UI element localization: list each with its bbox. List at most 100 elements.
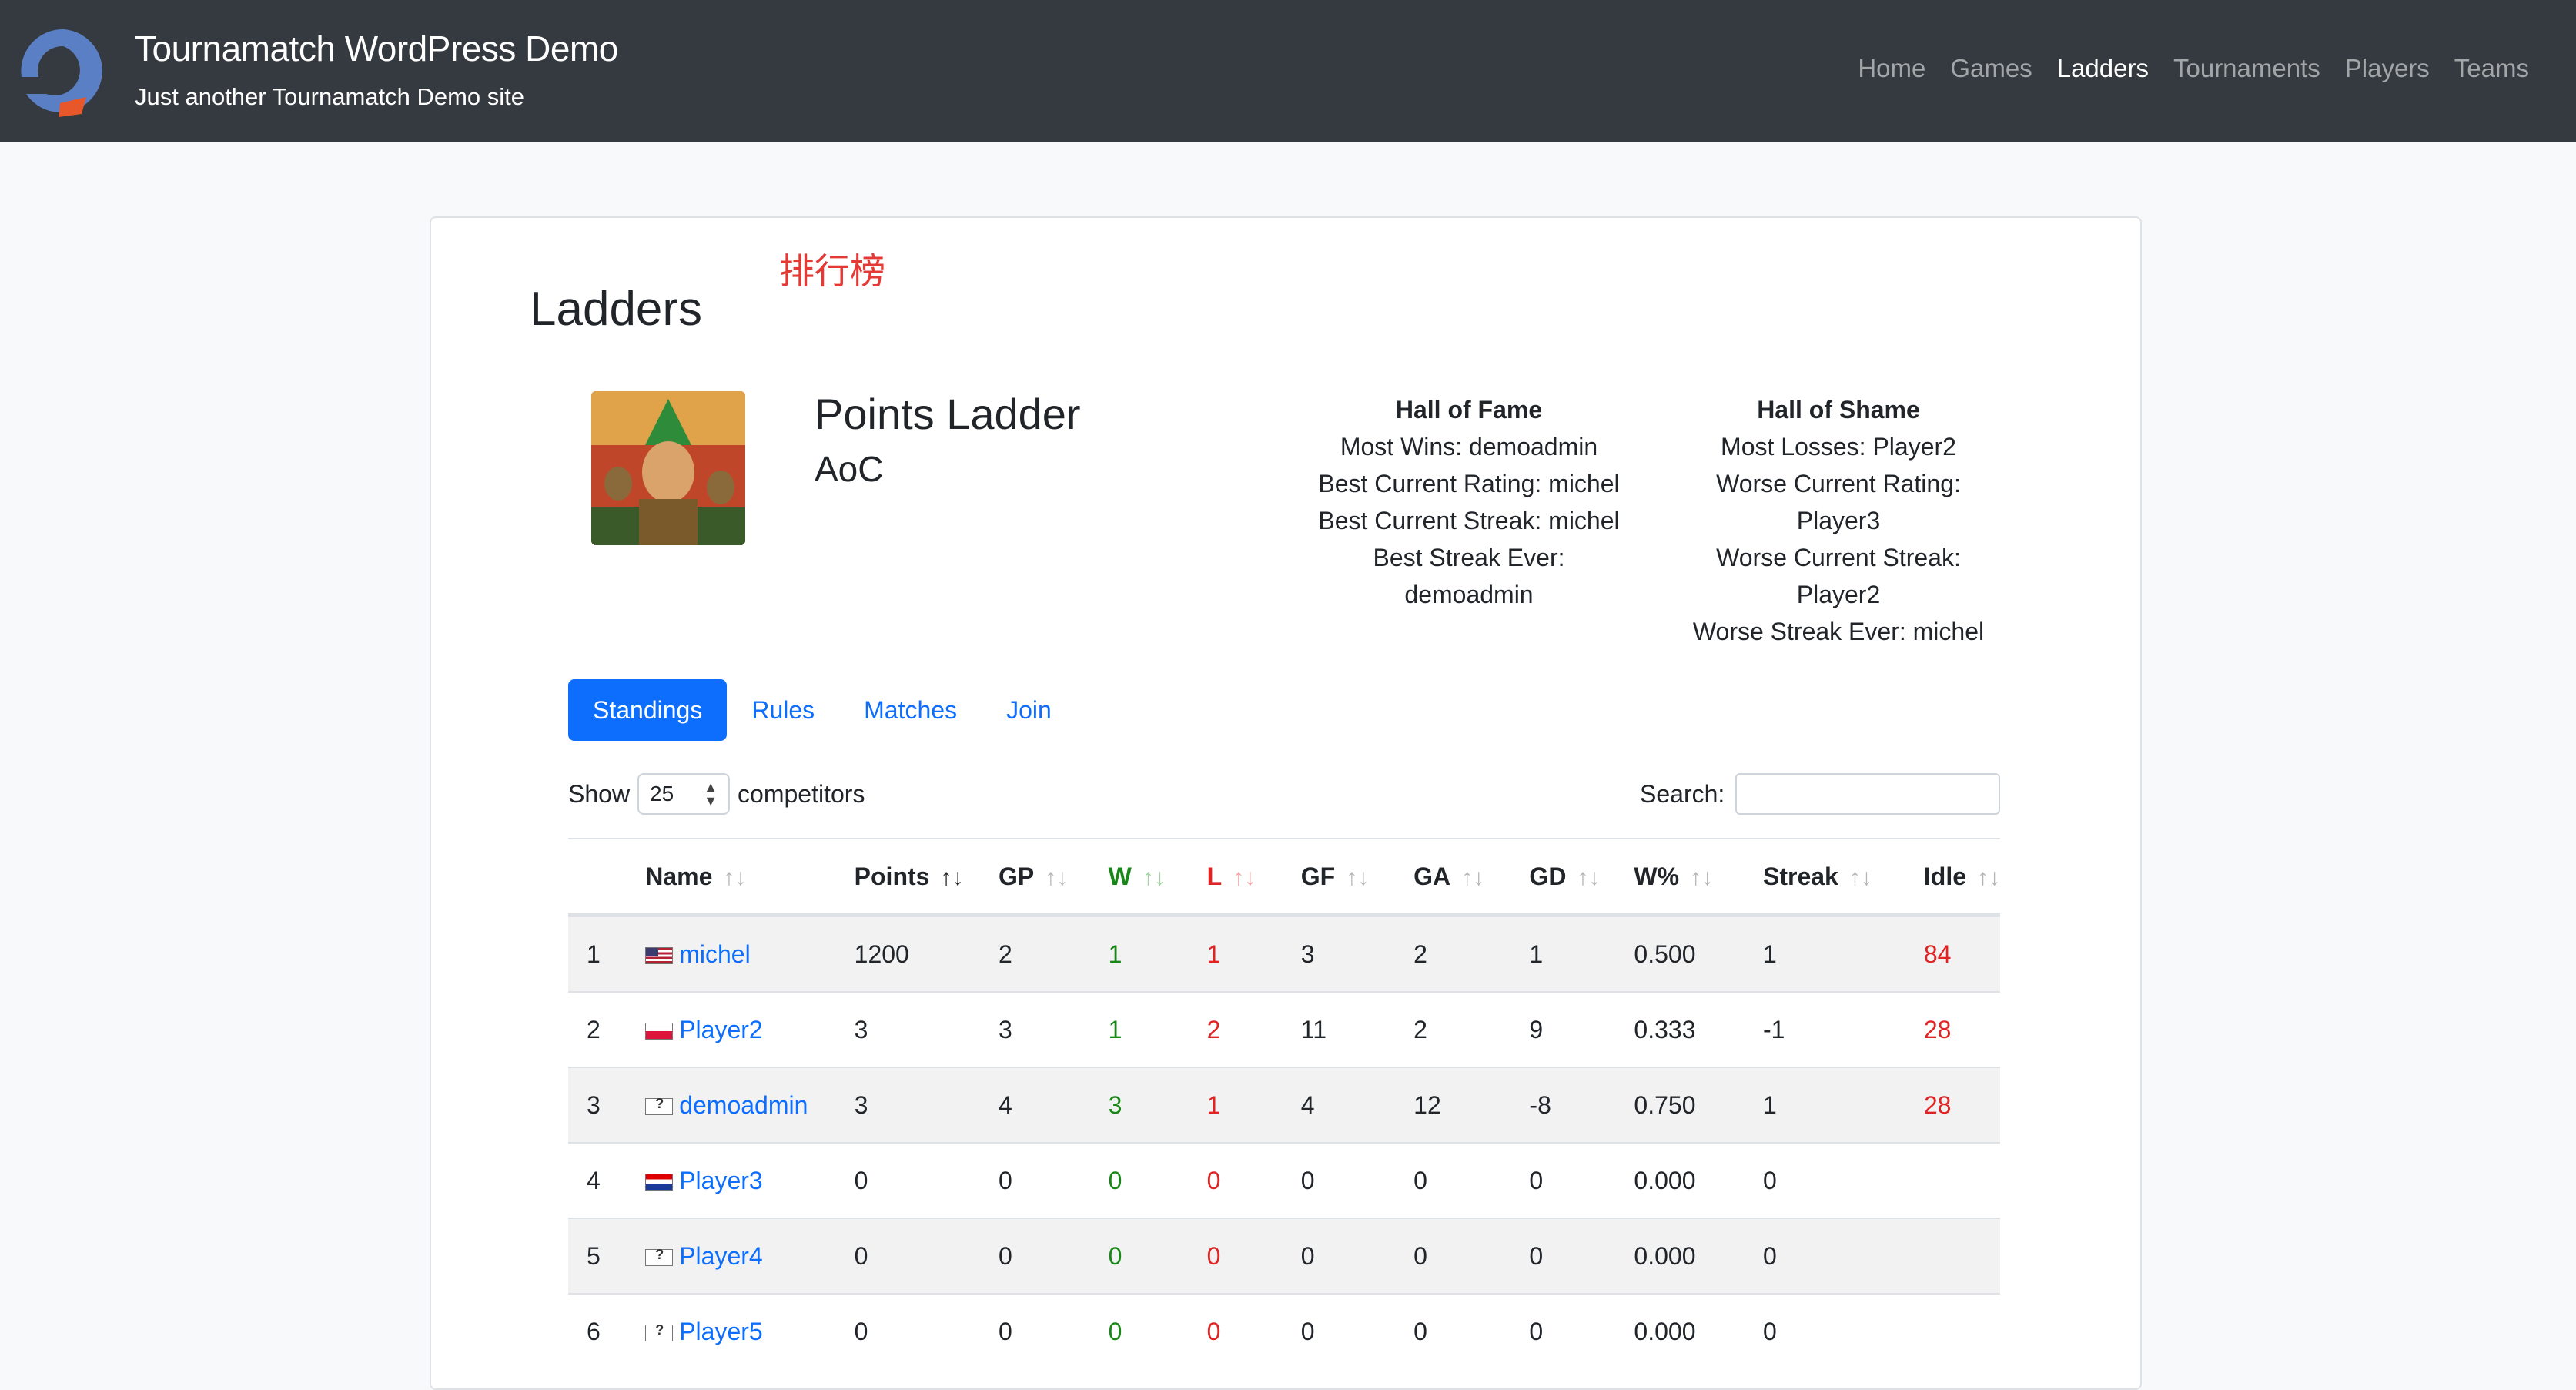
hr-flag-icon <box>645 1173 674 1191</box>
nav-ladders[interactable]: Ladders <box>2045 54 2161 83</box>
page-size-control: Show 25 ▲ ▼ competitors <box>568 773 865 815</box>
hall-of-shame-line: Worse Streak Ever: michel <box>1692 618 1985 645</box>
sort-icon: ↑↓ <box>1690 864 1714 890</box>
hall-of-shame-line: Worse Current Streak: <box>1716 544 1961 571</box>
table-row: 4 Player3 0 0 0 0 0 0 0 0.000 0 <box>568 1142 2000 1218</box>
points-cell: 3 <box>835 991 980 1067</box>
idle-cell: 28 <box>1905 991 2000 1067</box>
gd-cell: 0 <box>1510 1218 1616 1294</box>
idle-cell <box>1905 1293 2000 1368</box>
streak-cell: 1 <box>1745 1067 1905 1143</box>
rank-cell: 3 <box>568 1067 627 1143</box>
hall-of-fame-line: Most Wins: demoadmin <box>1340 433 1598 461</box>
losses-cell: 0 <box>1188 1218 1283 1294</box>
player-link[interactable]: Player4 <box>679 1242 763 1270</box>
col-rank-header <box>568 838 627 917</box>
us-flag-icon <box>645 946 674 964</box>
name-cell: Player2 <box>627 991 836 1067</box>
name-cell: michel <box>627 914 836 992</box>
hall-of-shame-line: Player3 <box>1796 507 1881 534</box>
hall-of-fame-line: Best Streak Ever: <box>1373 544 1565 571</box>
col-points-header[interactable]: Points ↑↓ <box>835 838 980 917</box>
gf-cell: 11 <box>1282 991 1396 1067</box>
rank-cell: 4 <box>568 1142 627 1218</box>
gd-cell: -8 <box>1510 1067 1616 1143</box>
col-idle-header[interactable]: Idle ↑↓ <box>1905 838 2000 917</box>
tab-rules[interactable]: Rules <box>727 679 839 741</box>
search-label: Search: <box>1640 779 1725 808</box>
wpct-cell: 0.000 <box>1615 1218 1745 1294</box>
nav-teams[interactable]: Teams <box>2442 54 2541 83</box>
ga-cell: 2 <box>1395 914 1511 992</box>
hall-of-shame-heading: Hall of Shame <box>1757 396 1920 424</box>
gd-cell: 0 <box>1510 1142 1616 1218</box>
wpct-cell: 0.500 <box>1615 914 1745 992</box>
idle-cell: 84 <box>1905 914 2000 992</box>
gf-cell: 0 <box>1282 1218 1396 1294</box>
standings-table: Name ↑↓ Points ↑↓ GP ↑↓ W ↑↓ L ↑↓ GF ↑↓ GA ↑↓ G… <box>568 838 2000 1368</box>
nav-games[interactable]: Games <box>1938 54 2044 83</box>
nav-tournaments[interactable]: Tournaments <box>2161 54 2333 83</box>
nav-home[interactable]: Home <box>1845 54 1938 83</box>
site-title[interactable]: Tournamatch WordPress Demo <box>135 28 618 69</box>
gf-cell: 4 <box>1282 1067 1396 1143</box>
tab-standings[interactable]: Standings <box>568 679 728 741</box>
streak-cell: 0 <box>1745 1218 1905 1294</box>
name-cell: Player5 <box>627 1293 836 1368</box>
col-wpct-header[interactable]: W% ↑↓ <box>1615 838 1745 917</box>
hall-of-fame-heading: Hall of Fame <box>1395 396 1543 424</box>
wins-cell: 0 <box>1089 1293 1189 1368</box>
wpct-cell: 0.000 <box>1615 1293 1745 1368</box>
unknown-flag-icon <box>645 1322 674 1341</box>
show-label: Show <box>568 779 631 808</box>
table-row: 3 demoadmin 3 4 3 1 4 12 -8 0.750 1 28 <box>568 1067 2000 1143</box>
points-cell: 1200 <box>835 914 980 992</box>
gf-cell: 3 <box>1282 914 1396 992</box>
competitors-label: competitors <box>738 779 865 808</box>
pl-flag-icon <box>645 1022 674 1040</box>
col-ga-header[interactable]: GA ↑↓ <box>1395 838 1511 917</box>
annotation-label: 排行榜 <box>779 250 885 292</box>
streak-cell: 1 <box>1745 914 1905 992</box>
sort-icon: ↑↓ <box>1142 864 1166 890</box>
col-w-header[interactable]: W ↑↓ <box>1089 838 1189 917</box>
wins-cell: 0 <box>1089 1142 1189 1218</box>
rank-cell: 1 <box>568 914 627 992</box>
hall-of-shame: Hall of Shame Most Losses: Player2 Worse… <box>1677 391 2000 650</box>
rank-cell: 2 <box>568 991 627 1067</box>
tab-matches[interactable]: Matches <box>839 679 982 741</box>
hall-of-shame-line: Worse Current Rating: <box>1716 470 1961 497</box>
points-cell: 3 <box>835 1067 980 1143</box>
col-streak-header[interactable]: Streak ↑↓ <box>1745 838 1905 917</box>
site-logo-icon[interactable] <box>15 23 111 119</box>
col-gd-header[interactable]: GD ↑↓ <box>1510 838 1616 917</box>
sort-icon: ↑↓ <box>1461 864 1485 890</box>
sort-icon: ↑↓ <box>1233 864 1256 890</box>
gp-cell: 4 <box>980 1067 1090 1143</box>
col-l-header[interactable]: L ↑↓ <box>1188 838 1283 917</box>
player-link[interactable]: Player3 <box>679 1167 763 1194</box>
nav-players[interactable]: Players <box>2333 54 2442 83</box>
wpct-cell: 0.000 <box>1615 1142 1745 1218</box>
idle-cell: 28 <box>1905 1067 2000 1143</box>
player-link[interactable]: michel <box>679 940 750 968</box>
col-gp-header[interactable]: GP ↑↓ <box>980 838 1090 917</box>
tab-join[interactable]: Join <box>982 679 1076 741</box>
player-link[interactable]: Player2 <box>679 1016 763 1043</box>
col-gf-header[interactable]: GF ↑↓ <box>1282 838 1396 917</box>
hall-of-fame-line: demoadmin <box>1404 581 1534 608</box>
wins-cell: 0 <box>1089 1218 1189 1294</box>
wins-cell: 3 <box>1089 1067 1189 1143</box>
player-link[interactable]: Player5 <box>679 1318 763 1345</box>
streak-cell: 0 <box>1745 1293 1905 1368</box>
hall-of-shame-line: Most Losses: Player2 <box>1721 433 1956 461</box>
page-title: Ladders <box>530 283 703 336</box>
ga-cell: 0 <box>1395 1293 1511 1368</box>
search-input[interactable] <box>1735 773 2001 815</box>
col-name-header[interactable]: Name ↑↓ <box>627 838 836 917</box>
gd-cell: 1 <box>1510 914 1616 992</box>
hall-of-fame-line: Best Current Rating: michel <box>1318 470 1620 497</box>
page-size-select[interactable]: 25 ▲ ▼ <box>637 773 731 815</box>
table-row: 2 Player2 3 3 1 2 11 2 9 0.333 -1 28 <box>568 991 2000 1067</box>
player-link[interactable]: demoadmin <box>679 1091 808 1119</box>
